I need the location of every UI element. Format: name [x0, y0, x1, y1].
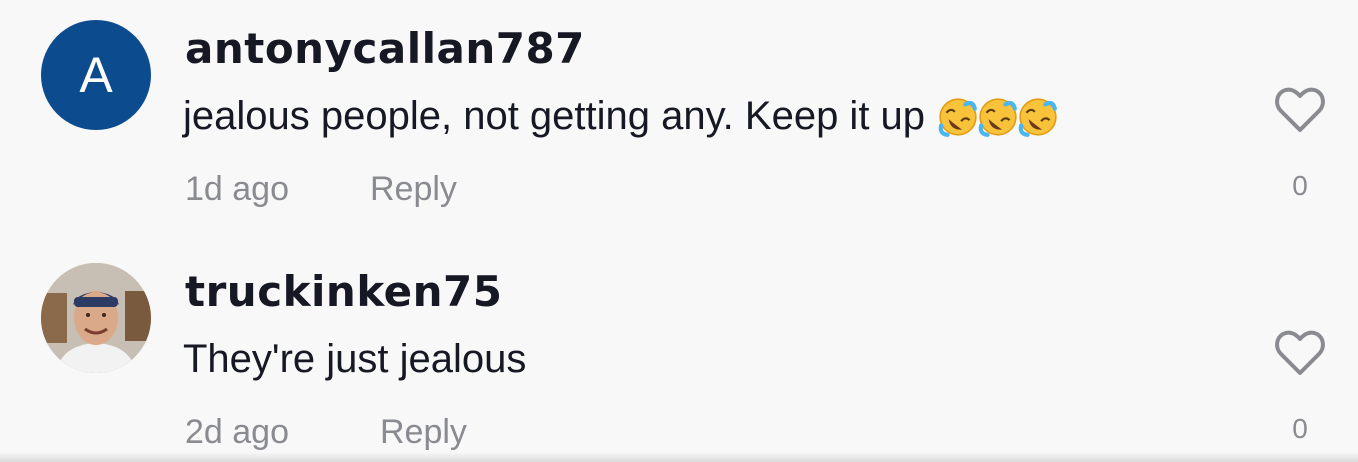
- reply-button[interactable]: Reply: [380, 413, 467, 452]
- like-count: 0: [1292, 413, 1308, 444]
- comment-list: A antonycallan787 jealous people, not ge…: [0, 0, 1358, 462]
- avatar[interactable]: A: [41, 20, 151, 130]
- comment-timestamp: 2d ago: [185, 413, 289, 451]
- avatar[interactable]: [41, 263, 151, 373]
- comment-text-body: They're just jealous: [183, 337, 527, 381]
- comment-text-body: jealous people, not getting any. Keep it…: [183, 94, 926, 138]
- bottom-divider: [0, 452, 1358, 462]
- avatar-letter: A: [79, 47, 113, 103]
- comment-username[interactable]: truckinken75: [185, 267, 502, 316]
- avatar-photo: [41, 263, 151, 373]
- comment-item: truckinken75 They're just jealous 2d ago…: [0, 243, 1358, 462]
- rolling-laughing-emoji-icon: [1018, 97, 1057, 137]
- like-button[interactable]: 0: [1272, 329, 1328, 445]
- comment-text: jealous people, not getting any. Keep it…: [183, 94, 1057, 139]
- like-count: 0: [1292, 170, 1308, 201]
- rolling-laughing-emoji-icon: [978, 97, 1017, 137]
- comment-timestamp: 1d ago: [185, 170, 289, 208]
- like-button[interactable]: 0: [1272, 86, 1328, 202]
- emoji-group: [937, 96, 1057, 138]
- heart-icon[interactable]: [1274, 329, 1326, 377]
- comment-username[interactable]: antonycallan787: [185, 24, 585, 73]
- comment-item: A antonycallan787 jealous people, not ge…: [0, 0, 1358, 230]
- rolling-laughing-emoji-icon: [938, 97, 977, 137]
- heart-icon[interactable]: [1274, 86, 1326, 134]
- comment-text: They're just jealous: [183, 337, 526, 382]
- reply-button[interactable]: Reply: [370, 170, 457, 209]
